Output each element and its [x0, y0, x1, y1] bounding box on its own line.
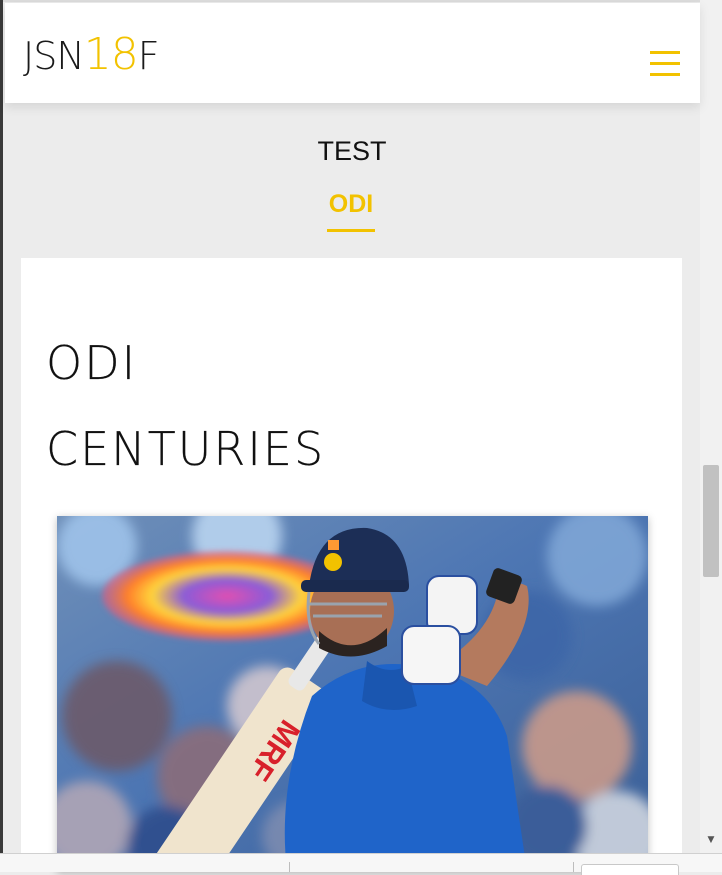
hamburger-menu-icon[interactable] [650, 48, 680, 78]
section-title-line-2: CENTURIES [46, 422, 326, 476]
scrollbar-track[interactable] [700, 0, 722, 853]
browser-viewport: JSN18F TEST ODI ODI CENTURIES MRF ▼ [0, 0, 722, 875]
toolbar-tab[interactable] [581, 864, 679, 875]
active-tab-indicator [327, 229, 375, 232]
bottom-toolbar [0, 853, 722, 875]
menu-bar-middle [650, 62, 680, 65]
tab-test[interactable]: TEST [310, 136, 394, 172]
tab-odi[interactable]: ODI [320, 190, 382, 232]
logo-text-jsn: JSN [23, 34, 85, 78]
scrollbar-thumb[interactable] [703, 465, 719, 577]
site-logo[interactable]: JSN18F [23, 29, 160, 80]
logo-text-f: F [137, 34, 160, 78]
top-border [0, 0, 700, 2]
section-title-line-1: ODI [46, 336, 138, 390]
logo-text-18: 18 [83, 29, 139, 80]
menu-bar-bottom [650, 73, 680, 76]
content-card: ODI CENTURIES MRF [21, 258, 682, 871]
player-batting-photo: MRF [57, 516, 648, 871]
site-header: JSN18F [5, 3, 700, 103]
menu-bar-top [650, 51, 680, 54]
scroll-down-arrow-icon[interactable]: ▼ [705, 835, 717, 847]
window-edge [0, 0, 3, 871]
